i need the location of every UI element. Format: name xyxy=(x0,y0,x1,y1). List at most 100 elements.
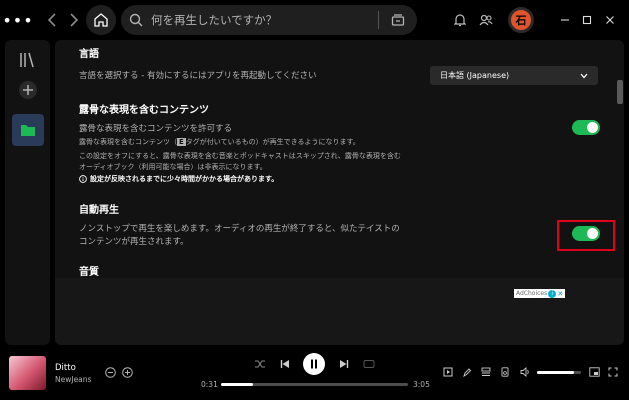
minimize-icon xyxy=(561,19,569,21)
elapsed-time: 0:31 xyxy=(201,380,218,389)
explicit-detail-1: 露骨な表現を含むコンテンツ（ E タグが付いているもの）が再生できるようになります。 xyxy=(79,137,360,147)
adchoices-icon: i xyxy=(548,289,557,298)
forward-button[interactable] xyxy=(66,10,82,30)
ad-banner[interactable]: AdChoices i ✕ xyxy=(55,278,624,345)
back-button[interactable] xyxy=(44,10,60,30)
library-button[interactable] xyxy=(18,51,38,69)
home-button[interactable] xyxy=(86,5,116,35)
fullscreen-button[interactable] xyxy=(607,366,619,378)
plus-circle-icon xyxy=(121,366,133,378)
now-playing-view-button[interactable] xyxy=(442,366,454,378)
volume-fill xyxy=(537,371,575,374)
lyrics-icon xyxy=(463,368,472,377)
maximize-button[interactable] xyxy=(579,12,595,28)
explicit-warning-text: 設定が反映されるまでに少々時間がかかる場合があります。 xyxy=(90,175,279,183)
miniplayer-button[interactable] xyxy=(588,366,600,378)
search-divider xyxy=(378,11,379,29)
explicit-section-title: 露骨な表現を含むコンテンツ xyxy=(79,105,209,116)
explicit-detail-2: この設定をオフにすると、露骨な表現を含む音楽とポッドキャストはスキップされ、露骨… xyxy=(79,152,401,160)
mute-button[interactable] xyxy=(519,366,531,378)
next-button[interactable] xyxy=(337,357,351,371)
player-bar: Ditto NewJeans 0:31 3:05 xyxy=(0,345,629,400)
browse-button[interactable] xyxy=(387,9,409,31)
chevron-right-icon xyxy=(70,13,79,27)
explicit-warning: 設定が反映されるまでに少々時間がかかる場合があります。 xyxy=(79,174,278,184)
miniplayer-icon xyxy=(588,367,600,377)
queue-icon xyxy=(481,367,491,376)
close-icon xyxy=(606,16,614,24)
shuffle-icon xyxy=(255,360,265,368)
search-bar[interactable]: 何を再生したいですか？ xyxy=(121,5,417,35)
remove-button[interactable] xyxy=(104,366,116,378)
library-icon xyxy=(20,52,34,68)
shuffle-button[interactable] xyxy=(253,357,267,371)
track-artist[interactable]: NewJeans xyxy=(55,375,91,384)
fullscreen-icon xyxy=(608,367,618,377)
explicit-detail-1a: 露骨な表現を含むコンテンツ（ xyxy=(79,138,177,146)
language-select-value: 日本語 (Japanese) xyxy=(440,71,510,80)
close-button[interactable] xyxy=(602,12,618,28)
adchoices-label: AdChoices xyxy=(516,290,548,297)
lyrics-button[interactable] xyxy=(461,366,473,378)
repeat-icon xyxy=(363,360,375,368)
chevron-left-icon xyxy=(47,13,56,27)
explicit-detail-3: オーディオブック（利用可能な場合）は非表示になります。 xyxy=(79,163,267,171)
folder-icon xyxy=(21,125,35,136)
add-to-library-button[interactable] xyxy=(121,366,133,378)
now-playing-icon xyxy=(443,367,453,377)
progress-fill xyxy=(221,383,253,386)
skip-forward-icon xyxy=(340,360,349,368)
quality-section-title: 音質 xyxy=(79,267,99,278)
repeat-button[interactable] xyxy=(362,357,376,371)
top-bar: ••• 何を再生したいですか？ 石 xyxy=(0,0,629,40)
autoplay-description-2: コンテンツが再生されます。 xyxy=(79,237,189,247)
skip-back-icon xyxy=(280,360,289,368)
total-time: 3:05 xyxy=(413,380,430,389)
browse-icon xyxy=(391,14,405,26)
track-title[interactable]: Ditto xyxy=(55,363,76,373)
volume-icon xyxy=(520,367,529,377)
toggle-knob xyxy=(587,122,598,133)
avatar[interactable]: 石 xyxy=(508,7,534,33)
scrollbar[interactable] xyxy=(617,80,623,104)
language-select[interactable]: 日本語 (Japanese) xyxy=(430,66,598,85)
adchoices-badge[interactable]: AdChoices i ✕ xyxy=(514,289,566,298)
friend-activity-button[interactable] xyxy=(478,12,494,28)
progress-bar[interactable] xyxy=(221,383,408,386)
main-menu-button[interactable]: ••• xyxy=(2,11,32,30)
highlight-box xyxy=(557,220,615,251)
pause-button[interactable] xyxy=(303,353,325,375)
search-icon xyxy=(121,5,151,35)
ad-close-icon[interactable]: ✕ xyxy=(557,290,563,298)
pause-icon xyxy=(311,359,317,369)
plus-icon xyxy=(19,81,37,99)
language-description: 言語を選択する - 有効にするにはアプリを再起動してください xyxy=(79,71,317,81)
settings-panel: 言語 言語を選択する - 有効にするにはアプリを再起動してください 日本語 (J… xyxy=(55,40,624,345)
explicit-description: 露骨な表現を含むコンテンツを許可する xyxy=(79,124,233,134)
notifications-button[interactable] xyxy=(452,12,468,28)
info-icon xyxy=(79,175,87,183)
library-sidebar xyxy=(5,40,50,345)
minus-circle-icon xyxy=(104,366,116,378)
bell-icon xyxy=(454,14,466,27)
home-icon xyxy=(94,13,108,27)
connect-device-button[interactable] xyxy=(499,366,511,378)
explicit-detail-1b: タグが付いているもの）が再生できるようになります。 xyxy=(185,138,360,146)
autoplay-section-title: 自動再生 xyxy=(79,205,119,216)
autoplay-description-1: ノンストップで再生を楽しめます。オーディオの再生が終了すると、似たテイストの xyxy=(79,224,400,234)
language-section-title: 言語 xyxy=(79,49,99,60)
explicit-toggle[interactable] xyxy=(572,120,600,135)
volume-slider[interactable] xyxy=(537,371,581,374)
speaker-device-icon xyxy=(501,367,509,377)
previous-button[interactable] xyxy=(278,357,292,371)
search-input[interactable]: 何を再生したいですか？ xyxy=(151,12,378,28)
create-playlist-button[interactable] xyxy=(18,80,38,100)
library-item-folder[interactable] xyxy=(12,114,44,146)
minimize-button[interactable] xyxy=(557,12,573,28)
chevron-down-icon xyxy=(580,73,588,78)
friends-icon xyxy=(479,14,493,26)
explicit-tag-badge: E xyxy=(177,138,186,146)
maximize-icon xyxy=(582,15,592,25)
album-cover[interactable] xyxy=(9,356,46,390)
queue-button[interactable] xyxy=(480,366,492,378)
